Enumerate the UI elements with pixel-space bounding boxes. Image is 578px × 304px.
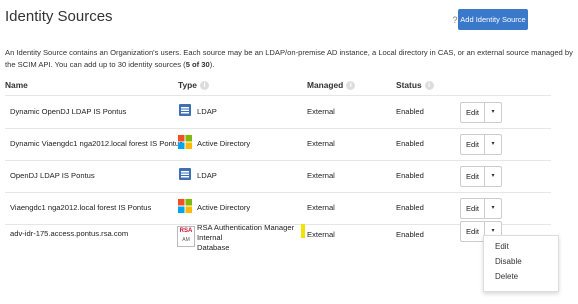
table-row: OpenDJ LDAP IS Pontus LDAP External Enab… xyxy=(0,161,578,192)
row-type: Active Directory xyxy=(197,203,251,212)
row-type: LDAP xyxy=(197,107,217,116)
header-managed-label: Managed xyxy=(307,80,344,90)
row-managed: External xyxy=(307,203,335,212)
active-directory-icon xyxy=(178,135,192,149)
menu-item-disable[interactable]: Disable xyxy=(495,257,522,266)
row-status: Enabled xyxy=(396,139,424,148)
header-managed: Managed i xyxy=(307,80,356,91)
row-name: Dynamic Viaengdc1 nga2012.local forest I… xyxy=(10,139,183,148)
row-type: RSA Authentication Manager Internal Data… xyxy=(197,223,309,253)
edit-button[interactable]: Edit xyxy=(461,199,485,218)
header-divider xyxy=(5,95,551,96)
row-type-line1: RSA Authentication Manager Internal xyxy=(197,223,295,242)
ldap-icon xyxy=(179,104,191,116)
info-icon[interactable]: i xyxy=(424,81,434,91)
rsa-logo-sub: AM xyxy=(182,237,190,243)
edit-button-group: Edit ▾ xyxy=(460,102,502,123)
edit-button-group: Edit ▾ xyxy=(460,166,502,187)
row-type: Active Directory xyxy=(197,139,251,148)
row-type: LDAP xyxy=(197,171,217,180)
edit-button[interactable]: Edit xyxy=(461,135,485,154)
edit-button-group: Edit ▾ xyxy=(460,198,502,219)
row-status: Enabled xyxy=(396,171,424,180)
chevron-down-icon[interactable]: ▾ xyxy=(485,135,501,154)
header-status-label: Status xyxy=(396,80,422,90)
row-name: Dynamic OpenDJ LDAP IS Pontus xyxy=(10,107,127,116)
edit-button[interactable]: Edit xyxy=(461,222,485,241)
add-identity-source-button[interactable]: Add Identity Source xyxy=(458,9,528,30)
header-type-label: Type xyxy=(178,80,197,90)
edit-button[interactable]: Edit xyxy=(461,167,485,186)
row-name: OpenDJ LDAP IS Pontus xyxy=(10,171,95,180)
row-managed: External xyxy=(307,171,335,180)
info-icon[interactable]: i xyxy=(199,81,209,91)
row-name: adv-idr-175.access.pontus.rsa.com xyxy=(10,229,129,238)
table-row: Dynamic Viaengdc1 nga2012.local forest I… xyxy=(0,129,578,160)
row-status: Enabled xyxy=(396,230,424,239)
header-status: Status i xyxy=(396,80,434,91)
table-row: Viaengdc1 nga2012.local forest IS Pontus… xyxy=(0,193,578,224)
row-status: Enabled xyxy=(396,203,424,212)
rsa-logo-text: RSA xyxy=(179,228,193,234)
menu-item-delete[interactable]: Delete xyxy=(495,272,518,281)
row-managed: External xyxy=(307,107,335,116)
row-type-line2: Database xyxy=(197,243,230,252)
rsa-am-icon: RSA AM xyxy=(177,226,195,247)
chevron-down-icon[interactable]: ▾ xyxy=(485,167,501,186)
menu-item-edit[interactable]: Edit xyxy=(495,242,509,251)
chevron-down-icon[interactable]: ▾ xyxy=(485,103,501,122)
row-managed: External xyxy=(307,230,335,239)
info-icon[interactable]: i xyxy=(346,81,356,91)
active-directory-icon xyxy=(178,199,192,213)
description-text: An Identity Source contains an Organizat… xyxy=(5,48,573,69)
header-name: Name xyxy=(5,80,28,90)
edit-button-group: Edit ▾ xyxy=(460,134,502,155)
ldap-icon xyxy=(179,168,191,180)
description: An Identity Source contains an Organizat… xyxy=(5,47,575,71)
row-name: Viaengdc1 nga2012.local forest IS Pontus xyxy=(10,203,152,212)
row-managed: External xyxy=(307,139,335,148)
row-status: Enabled xyxy=(396,107,424,116)
chevron-down-icon[interactable]: ▾ xyxy=(485,199,501,218)
highlight-marker xyxy=(301,224,305,238)
description-end: ). xyxy=(209,60,215,69)
table-row: Dynamic OpenDJ LDAP IS Pontus LDAP Exter… xyxy=(0,97,578,128)
row-actions-menu: Edit Disable Delete xyxy=(483,235,559,292)
source-count: 5 of 30 xyxy=(185,60,210,69)
header-type: Type i xyxy=(178,80,209,91)
edit-button[interactable]: Edit xyxy=(461,103,485,122)
page-title: Identity Sources xyxy=(5,8,113,25)
